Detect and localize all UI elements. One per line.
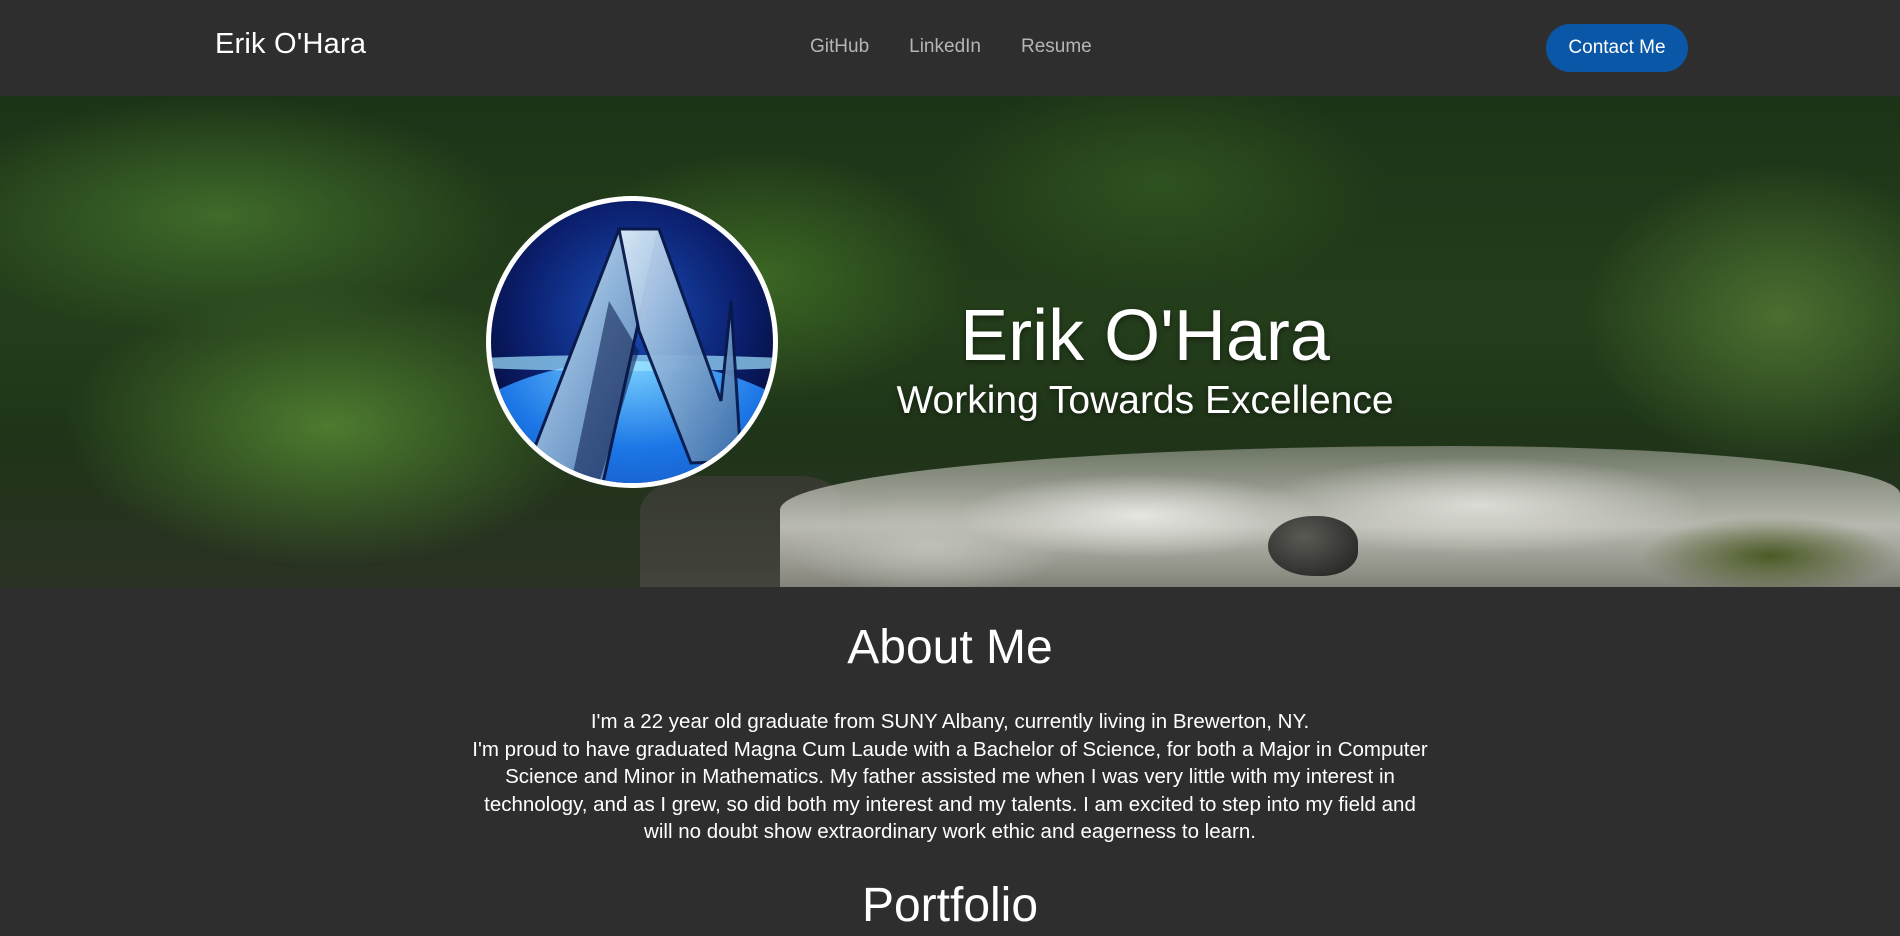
portfolio-heading: Portfolio [861,879,1039,932]
avatar [486,196,778,488]
hero-title: Erik O'Hara [960,296,1330,376]
nav-link-linkedin[interactable]: LinkedIn [909,36,981,58]
about-paragraph: I'm proud to have graduated Magna Cum La… [472,737,1428,844]
stylized-a-logo-icon [491,201,773,483]
hero-background-moss [1640,516,1900,587]
brand-link[interactable]: Erik O'Hara [215,28,366,61]
hero-background-rock [1268,516,1358,576]
nav-link-github[interactable]: GitHub [810,36,869,58]
about-line-1: I'm a 22 year old graduate from SUNY Alb… [590,710,1310,733]
about-text: I'm a 22 year old graduate from SUNY Alb… [470,708,1430,846]
hero-subtitle: Working Towards Excellence [896,379,1394,422]
contact-me-button[interactable]: Contact Me [1546,24,1688,72]
about-heading: About Me [847,621,1053,674]
navbar: Erik O'Hara GitHub LinkedIn Resume Conta… [0,0,1900,97]
nav-links: GitHub LinkedIn Resume [810,36,1092,58]
nav-link-resume[interactable]: Resume [1021,36,1092,58]
hero-banner: Erik O'Hara Working Towards Excellence [0,96,1900,587]
